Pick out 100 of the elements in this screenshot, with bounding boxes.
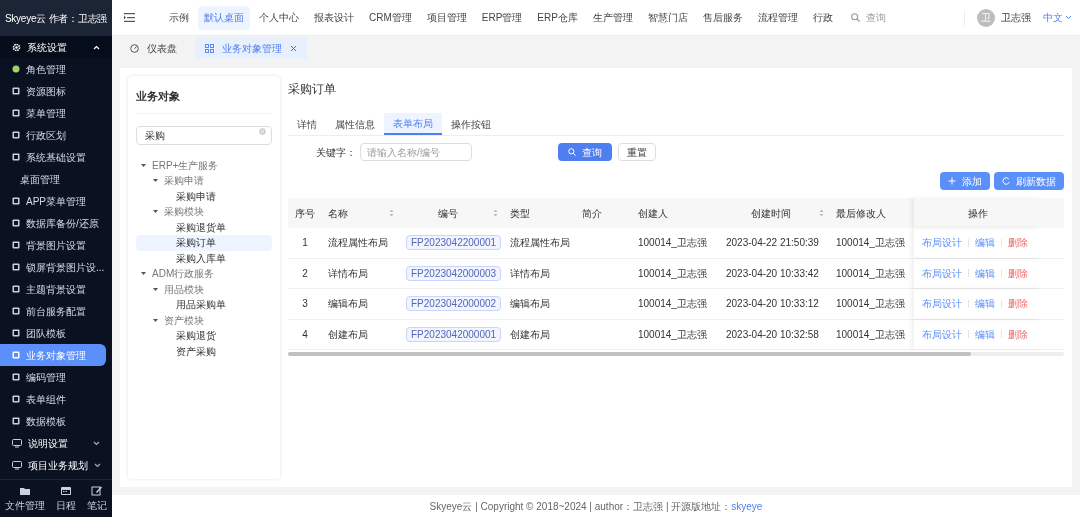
- caret-down-icon: [141, 162, 146, 168]
- content-tab[interactable]: 表单布局: [384, 113, 442, 135]
- table-cell: 创建布局: [510, 328, 550, 340]
- tree-node[interactable]: 采购订单: [136, 235, 272, 251]
- code-tag: FP2023042000001: [406, 326, 502, 342]
- sidebar-item[interactable]: 系统基础设置: [0, 146, 112, 168]
- tree-node[interactable]: ERP+生产服务: [136, 157, 272, 173]
- sidebar-item[interactable]: 背景图片设置: [0, 234, 112, 256]
- pencil-icon: [90, 484, 103, 496]
- page-title: 采购订单: [288, 81, 337, 98]
- table-cell: 编辑布局: [510, 298, 550, 310]
- nav-tab[interactable]: 行政: [806, 5, 839, 30]
- tree-node[interactable]: 用品模块: [136, 281, 272, 297]
- nav-tab[interactable]: CRM管理: [363, 5, 418, 30]
- table-cell: 2: [302, 267, 308, 279]
- footer-text: Skyeye云 | Copyright © 2018~2024 | author：卫志强 | 开源版地址：skyeye: [429, 499, 763, 514]
- tree-node[interactable]: ADM行政服务: [136, 266, 272, 282]
- table-cell: 2023-04-20 10:33:42: [726, 267, 819, 279]
- table-cell: 4: [302, 328, 308, 340]
- sidebar-item[interactable]: 团队模板: [0, 322, 112, 344]
- nav-tab[interactable]: 智慧门店: [641, 5, 694, 30]
- content-tab[interactable]: 属性信息: [326, 113, 384, 135]
- sidebar-item[interactable]: 前台服务配置: [0, 300, 112, 322]
- sidebar-item[interactable]: 主题背景设置: [0, 278, 112, 300]
- reset-button[interactable]: 重置: [618, 143, 656, 161]
- tree-node[interactable]: 用品采购单: [136, 297, 272, 313]
- tree-node[interactable]: 采购申请: [136, 188, 272, 204]
- sidebar-item[interactable]: 数据模板: [0, 410, 112, 432]
- footer-link[interactable]: skyeye: [731, 500, 763, 512]
- dock-button[interactable]: 笔记: [86, 484, 107, 513]
- tree-node[interactable]: 采购退货单: [136, 219, 272, 235]
- brand-title: Skyeye云 作者：卫志强: [0, 0, 112, 36]
- keyword-field[interactable]: 请输入名称/编号: [360, 143, 472, 161]
- caret-down-icon: [153, 209, 158, 215]
- table-cell: 100014_卫志强: [836, 267, 905, 279]
- column-header[interactable]: 序号: [288, 198, 322, 228]
- content-tab[interactable]: 详情: [288, 113, 326, 135]
- table-cell: 流程属性布局: [510, 237, 570, 249]
- search-field[interactable]: 采购: [136, 126, 272, 145]
- column-header[interactable]: 创建人: [632, 198, 720, 228]
- tree-node[interactable]: 采购申请: [136, 173, 272, 189]
- plus-icon: [948, 177, 956, 185]
- user-name: 卫志强: [1001, 11, 1031, 25]
- column-header[interactable]: 创建时间: [720, 198, 830, 228]
- caret-down-icon: [153, 317, 158, 323]
- menu-icon: [124, 13, 135, 22]
- nav-tab[interactable]: 流程管理: [751, 5, 804, 30]
- dock-button[interactable]: 文件管理: [5, 484, 46, 513]
- tree-node[interactable]: 资产采购: [136, 343, 272, 359]
- column-header[interactable]: 简介: [576, 198, 632, 228]
- grid-icon: [205, 43, 214, 53]
- table-cell: 3: [302, 298, 308, 310]
- content-tab[interactable]: 操作按钮: [442, 113, 500, 135]
- caret-down-icon: [141, 271, 146, 277]
- table-cell: 100014_卫志强: [638, 237, 707, 249]
- field-label: 关键字：: [316, 145, 356, 160]
- nav-tab[interactable]: ERP管理: [475, 5, 529, 30]
- chevron-down-icon: [1065, 15, 1072, 20]
- search-field[interactable]: 查询: [865, 10, 926, 25]
- sidebar-item[interactable]: 行政区划: [0, 124, 112, 146]
- scrollbar-thumb[interactable]: [288, 352, 971, 356]
- refresh-icon: [1002, 177, 1010, 185]
- nav-tab[interactable]: 售后服务: [696, 5, 749, 30]
- language-select[interactable]: 中文: [1043, 10, 1072, 25]
- search-icon: [568, 148, 576, 156]
- nav-tab[interactable]: 个人中心: [253, 5, 305, 30]
- menu-group[interactable]: 系统设置: [0, 36, 112, 58]
- nav-tab[interactable]: 默认桌面: [198, 5, 250, 30]
- nav-tab[interactable]: 示例: [163, 5, 195, 30]
- page-tab[interactable]: 仪表盘: [120, 37, 187, 59]
- sidebar-item[interactable]: 桌面管理: [0, 168, 112, 190]
- nav-tab[interactable]: 报表设计: [308, 5, 360, 30]
- sidebar-item[interactable]: 编码管理: [0, 366, 112, 388]
- column-header[interactable]: 类型: [504, 198, 576, 228]
- gauge-icon: [130, 43, 139, 53]
- dock-button[interactable]: 日程: [56, 484, 76, 513]
- sidebar-item[interactable]: 资源图标: [0, 80, 112, 102]
- table-cell: 详情布局: [510, 267, 550, 279]
- tree-node[interactable]: 采购入库单: [136, 250, 272, 266]
- table-cell: 100014_卫志强: [638, 267, 707, 279]
- tree-node[interactable]: 资产模块: [136, 312, 272, 328]
- sidebar-item[interactable]: 锁屏背景图片设...: [0, 256, 112, 278]
- tree-node[interactable]: 采购模块: [136, 204, 272, 220]
- calendar-icon: [60, 484, 72, 496]
- sidebar-item[interactable]: APP菜单管理: [0, 190, 112, 212]
- column-header[interactable]: 操作: [914, 198, 1042, 228]
- nav-tab[interactable]: 生产管理: [586, 5, 639, 30]
- nav-tab[interactable]: ERP仓库: [531, 5, 584, 30]
- tree-node[interactable]: 采购退货: [136, 328, 272, 344]
- sidebar-item[interactable]: 角色管理: [0, 58, 112, 80]
- monitor-icon: [12, 460, 22, 470]
- table-cell: 100014_卫志强: [836, 328, 905, 340]
- column-header[interactable]: 名称: [322, 198, 400, 228]
- column-header[interactable]: 编号: [400, 198, 504, 228]
- sidebar-item[interactable]: 数据库备份/还原: [0, 212, 112, 234]
- sidebar-item[interactable]: 表单组件: [0, 388, 112, 410]
- search-button[interactable]: 查询: [558, 143, 612, 161]
- column-header[interactable]: 最后修改人: [830, 198, 914, 228]
- sidebar-item[interactable]: 菜单管理: [0, 102, 112, 124]
- nav-tab[interactable]: 项目管理: [420, 5, 473, 30]
